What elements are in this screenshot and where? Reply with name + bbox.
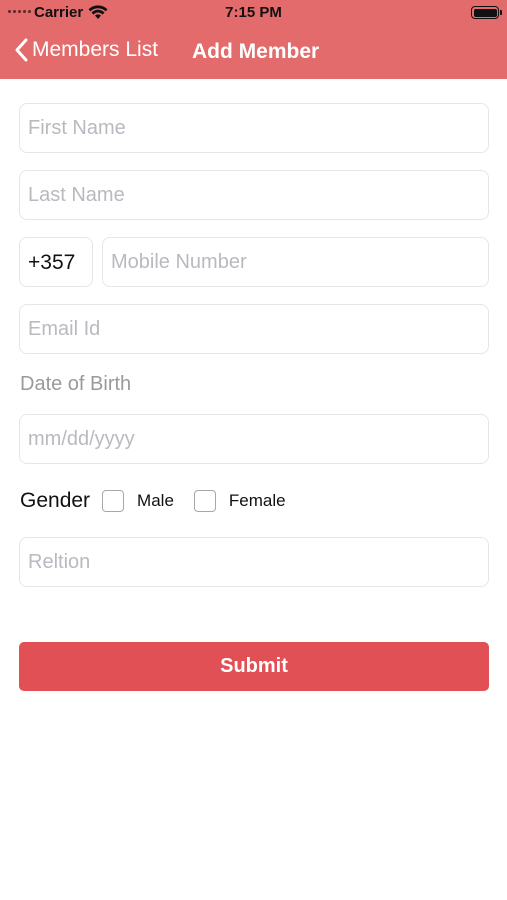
female-option-label: Female <box>228 491 286 510</box>
battery-icon <box>471 6 502 19</box>
gender-row: Gender Male Female <box>20 488 306 514</box>
status-time: 7:15 PM <box>225 4 282 21</box>
email-field[interactable] <box>19 304 489 354</box>
chevron-left-icon <box>14 38 28 62</box>
relation-input[interactable] <box>20 538 488 586</box>
date-of-birth-field[interactable] <box>19 414 489 464</box>
female-checkbox[interactable] <box>193 490 216 512</box>
gender-label: Gender <box>20 489 91 512</box>
male-option-label: Male <box>137 491 174 510</box>
mobile-number-field[interactable] <box>102 237 489 287</box>
relation-field[interactable] <box>19 537 489 587</box>
date-of-birth-label: Date of Birth <box>20 373 132 395</box>
back-button-label: Members List <box>32 38 159 61</box>
back-button[interactable]: Members List <box>14 38 158 62</box>
submit-button[interactable]: Submit <box>19 642 489 691</box>
page-title: Add Member <box>192 40 320 63</box>
date-of-birth-input[interactable] <box>20 415 488 463</box>
first-name-input[interactable] <box>20 104 488 152</box>
male-checkbox[interactable] <box>102 490 125 512</box>
last-name-field[interactable] <box>19 170 489 220</box>
country-code-selector[interactable]: +357 <box>19 237 93 287</box>
status-bar: Carrier 7:15 PM <box>0 0 507 26</box>
first-name-field[interactable] <box>19 103 489 153</box>
email-input[interactable] <box>20 305 488 353</box>
last-name-input[interactable] <box>20 171 488 219</box>
navigation-bar: Members List Add Member <box>0 26 507 79</box>
mobile-number-input[interactable] <box>103 238 488 286</box>
